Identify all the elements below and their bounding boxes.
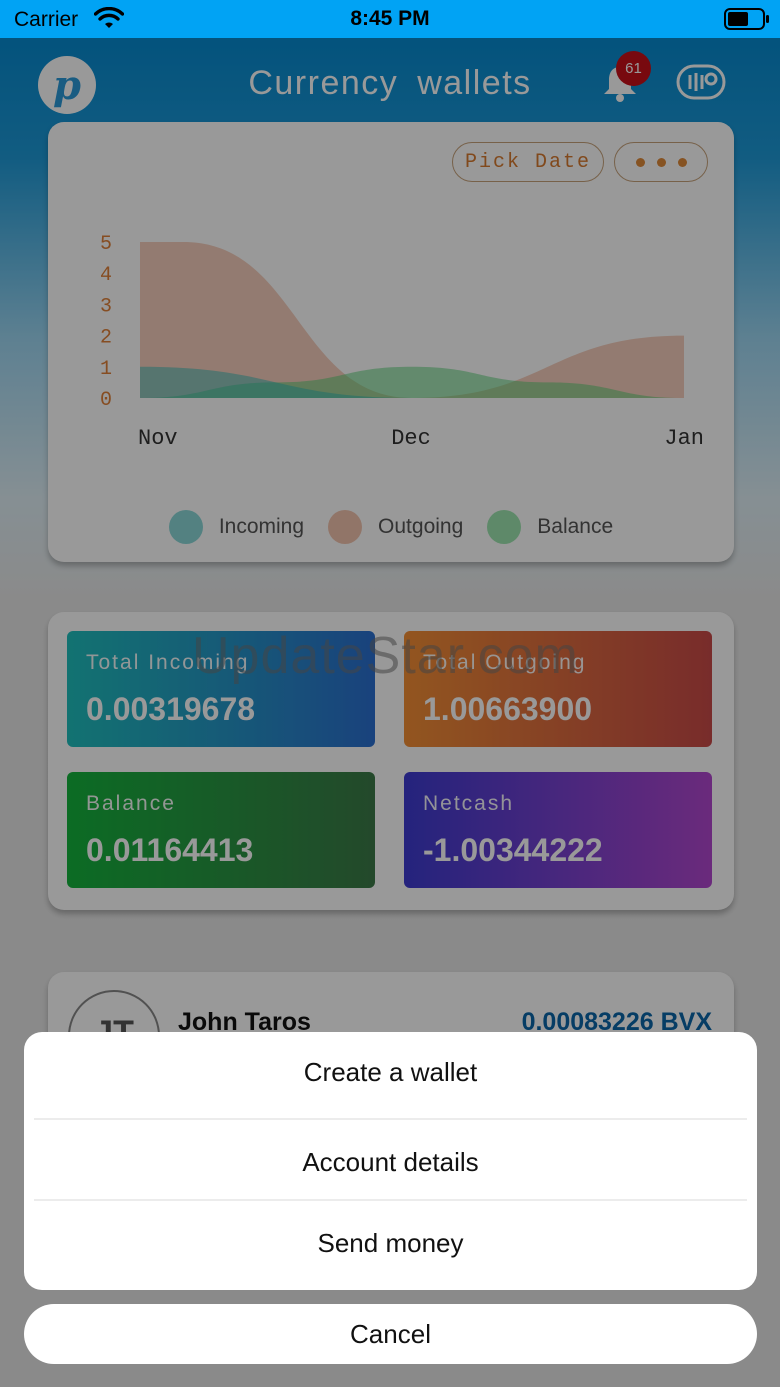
battery-icon [724,8,769,30]
status-bar: Carrier 8:45 PM [0,0,780,38]
action-sheet: Create a wallet Account details Send mon… [24,1032,757,1290]
status-time: 8:45 PM [350,7,430,30]
send-money-option[interactable]: Send money [24,1203,757,1284]
cancel-button[interactable]: Cancel [24,1304,757,1364]
account-details-option[interactable]: Account details [24,1122,757,1203]
create-wallet-option[interactable]: Create a wallet [24,1032,757,1113]
divider [34,1199,747,1201]
watermark: UpdateStar.com [192,627,579,685]
divider [34,1118,747,1120]
